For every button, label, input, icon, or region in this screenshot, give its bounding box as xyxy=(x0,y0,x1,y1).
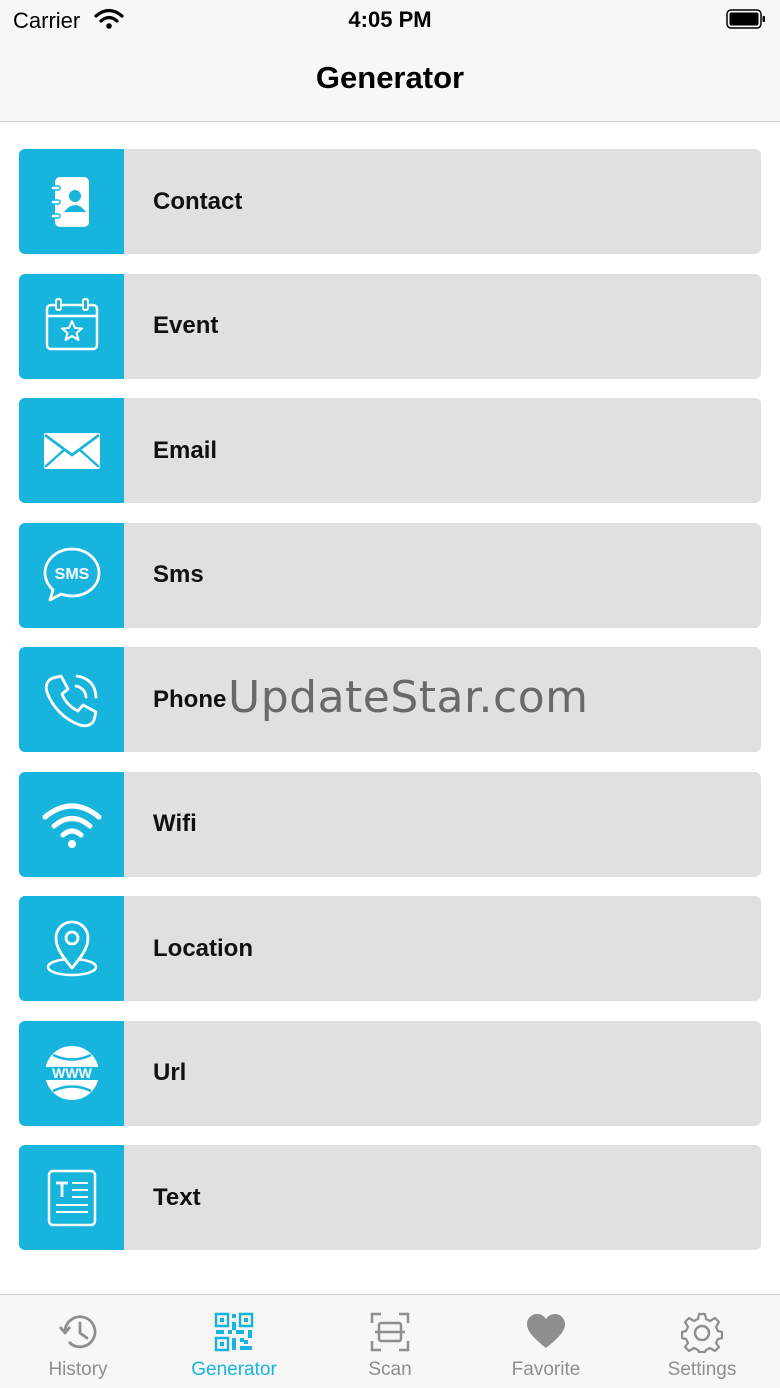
tab-settings[interactable]: Settings xyxy=(624,1295,780,1388)
clock: 4:05 PM xyxy=(348,7,432,32)
generator-item-text[interactable]: Text xyxy=(19,1145,761,1250)
tab-generator[interactable]: Generator xyxy=(156,1295,312,1388)
generator-item-label: Contact xyxy=(153,187,243,215)
text-document-icon xyxy=(19,1145,124,1250)
generator-item-label: Sms xyxy=(153,561,204,588)
watermark: UpdateStar.com xyxy=(228,672,589,723)
history-icon xyxy=(58,1315,97,1349)
generator-item-email[interactable]: Email xyxy=(19,398,761,503)
tab-label: Favorite xyxy=(511,1359,581,1380)
status-bar: Carrier 4:05 PM xyxy=(0,0,780,40)
tab-scan[interactable]: Scan xyxy=(312,1295,468,1388)
generator-item-url[interactable]: WWW Url xyxy=(19,1020,761,1126)
qr-code-icon xyxy=(214,1312,254,1352)
svg-text:WWW: WWW xyxy=(52,1065,92,1081)
www-globe-icon: WWW xyxy=(19,1020,124,1126)
tab-label: Scan xyxy=(368,1359,412,1380)
heart-icon xyxy=(527,1314,565,1348)
phone-icon xyxy=(19,647,124,752)
tab-label: Settings xyxy=(667,1359,737,1380)
generator-item-label: Location xyxy=(153,934,253,962)
envelope-icon xyxy=(19,398,124,503)
svg-text:SMS: SMS xyxy=(54,566,89,583)
generator-item-label: Text xyxy=(153,1183,201,1211)
generator-item-contact[interactable]: Contact xyxy=(19,149,761,254)
tab-label: History xyxy=(48,1359,108,1380)
generator-item-event[interactable]: Event xyxy=(19,273,761,379)
navigation-bar: Generator xyxy=(0,40,780,122)
contact-book-icon xyxy=(19,149,124,254)
scan-icon xyxy=(370,1312,410,1352)
wifi-icon xyxy=(19,771,124,877)
generator-item-label: Url xyxy=(153,1059,187,1086)
tab-bar: History Generator Scan Favorite Settings xyxy=(0,1294,780,1388)
generator-item-label: Phone xyxy=(153,685,227,713)
tab-history[interactable]: History xyxy=(0,1295,156,1388)
gear-icon xyxy=(681,1312,723,1353)
generator-item-label: Email xyxy=(153,436,218,464)
tab-favorite[interactable]: Favorite xyxy=(468,1295,624,1388)
generator-item-sms[interactable]: SMS Sms xyxy=(19,522,761,628)
generator-item-wifi[interactable]: Wifi xyxy=(19,771,761,877)
generator-item-label: Wifi xyxy=(153,810,197,837)
generator-item-location[interactable]: Location xyxy=(19,896,761,1001)
sms-bubble-icon: SMS xyxy=(19,522,124,628)
tab-label: Generator xyxy=(191,1359,277,1380)
battery-icon xyxy=(726,9,765,29)
location-pin-icon xyxy=(19,896,124,1001)
generator-item-label: Event xyxy=(153,312,219,339)
calendar-star-icon xyxy=(19,273,124,379)
page-title: Generator xyxy=(315,60,465,95)
